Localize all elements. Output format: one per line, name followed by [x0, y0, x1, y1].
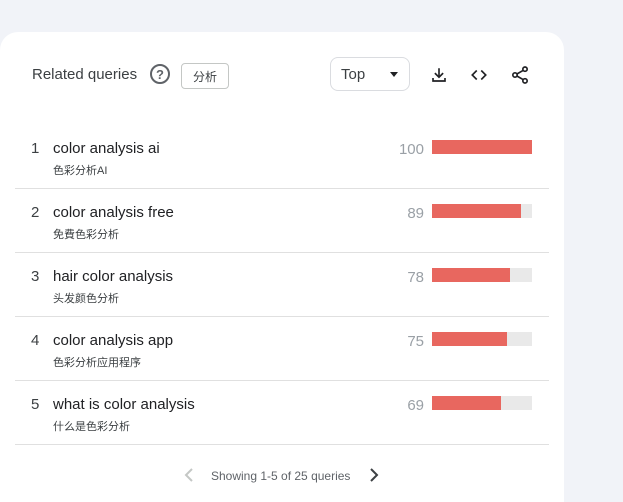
row-query[interactable]: what is color analysis [53, 396, 195, 413]
row-query[interactable]: color analysis app [53, 332, 173, 349]
row-query[interactable]: color analysis ai [53, 140, 160, 157]
row-bar-fill [432, 268, 510, 282]
table-row[interactable]: 4 color analysis app 色彩分析应用程序 75 [15, 317, 549, 381]
row-score: 89 [407, 205, 424, 222]
related-queries-card: Related queries ? 分析 Top 1 color analysi… [0, 32, 564, 502]
row-bar-fill [432, 204, 521, 218]
row-rank: 2 [31, 204, 40, 221]
row-bar-fill [432, 140, 532, 154]
row-score: 78 [407, 269, 424, 286]
row-translation: 什么是色彩分析 [53, 421, 130, 433]
row-rank: 4 [31, 332, 40, 349]
row-score: 69 [407, 397, 424, 414]
card-header: Related queries ? 分析 Top [32, 56, 532, 96]
row-translation: 色彩分析AI [53, 165, 108, 177]
row-translation: 头发颜色分析 [53, 293, 119, 305]
row-rank: 1 [31, 140, 40, 157]
sort-select-value: Top [341, 66, 366, 83]
sort-select[interactable]: Top [330, 57, 410, 91]
row-query[interactable]: hair color analysis [53, 268, 173, 285]
table-row[interactable]: 1 color analysis ai 色彩分析AI 100 [15, 125, 549, 189]
help-circle-icon[interactable]: ? [150, 64, 170, 84]
chevron-left-icon[interactable] [183, 467, 197, 483]
row-translation: 免費色彩分析 [53, 229, 119, 241]
row-rank: 3 [31, 268, 40, 285]
row-bar-fill [432, 332, 507, 346]
row-score: 100 [398, 141, 424, 158]
card-title: Related queries [32, 66, 138, 83]
caret-down-icon [390, 72, 398, 77]
pagination-text: Showing 1-5 of 25 queries [211, 469, 351, 483]
code-embed-icon[interactable] [468, 64, 490, 86]
pagination: Showing 1-5 of 25 queries [0, 460, 564, 490]
query-list: 1 color analysis ai 色彩分析AI 100 2 color a… [15, 125, 549, 445]
row-translation: 色彩分析应用程序 [53, 357, 141, 369]
table-row[interactable]: 2 color analysis free 免費色彩分析 89 [15, 189, 549, 253]
row-score: 75 [407, 333, 424, 350]
table-row[interactable]: 5 what is color analysis 什么是色彩分析 69 [15, 381, 549, 445]
row-bar-track [432, 268, 532, 282]
share-icon[interactable] [509, 64, 531, 86]
row-rank: 5 [31, 396, 40, 413]
row-bar-track [432, 332, 532, 346]
row-bar-track [432, 140, 532, 154]
row-bar-fill [432, 396, 501, 410]
download-icon[interactable] [428, 64, 450, 86]
row-query[interactable]: color analysis free [53, 204, 174, 221]
row-bar-track [432, 204, 532, 218]
row-bar-track [432, 396, 532, 410]
chevron-right-icon[interactable] [366, 467, 380, 483]
table-row[interactable]: 3 hair color analysis 头发颜色分析 78 [15, 253, 549, 317]
analyze-button[interactable]: 分析 [181, 63, 230, 89]
